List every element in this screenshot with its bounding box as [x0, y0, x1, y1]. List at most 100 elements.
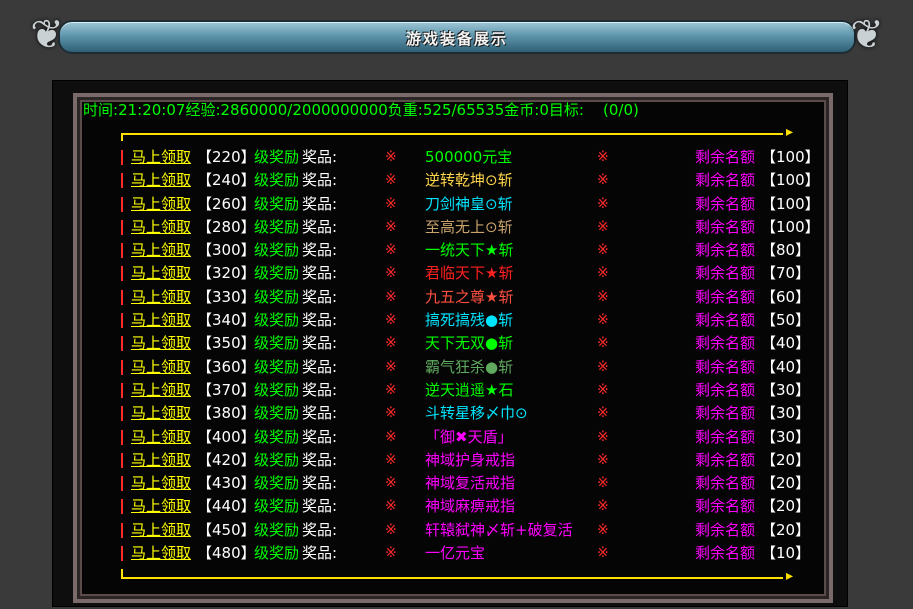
- remaining-label: 剩余名额: [695, 380, 756, 399]
- row-marker: [121, 289, 123, 305]
- claim-link[interactable]: 马上领取: [131, 193, 191, 216]
- mark-icon: ※: [385, 335, 397, 352]
- reward-row: 马上领取 【220】 级奖励 奖品: ※ 500000元宝 ※ 剩余名额 【100】: [121, 146, 821, 169]
- remaining-quantity: 【30】: [761, 404, 811, 423]
- level-value: 【220】: [197, 148, 256, 166]
- prize-name: 轩辕弑神〆斩+破复活: [425, 520, 573, 539]
- mark-icon: ※: [385, 521, 397, 538]
- prize-name: 一统天下★斩: [425, 241, 514, 260]
- claim-link[interactable]: 马上领取: [131, 449, 191, 472]
- prize-label: 奖品:: [302, 544, 338, 563]
- remaining-quantity: 【20】: [761, 450, 811, 469]
- prize-name: 神域复活戒指: [425, 474, 516, 493]
- claim-link[interactable]: 马上领取: [131, 495, 191, 518]
- remaining-label: 剩余名额: [695, 520, 756, 539]
- guide-line-bottom: [121, 568, 793, 584]
- ornament-right-icon: ❦: [850, 12, 884, 58]
- level-suffix: 级奖励: [254, 311, 300, 330]
- remaining-label: 剩余名额: [695, 544, 756, 563]
- claim-link[interactable]: 马上领取: [131, 402, 191, 425]
- mark-icon: ※: [597, 172, 609, 189]
- level-suffix: 级奖励: [254, 241, 300, 260]
- prize-name: 九五之尊★斩: [425, 287, 514, 306]
- reward-row: 马上领取 【280】 级奖励 奖品: ※ 至高无上⊙斩 ※ 剩余名额 【100】: [121, 216, 821, 239]
- row-marker: [121, 522, 123, 538]
- mark-icon: ※: [597, 265, 609, 282]
- reward-row: 马上领取 【440】 级奖励 奖品: ※ 神域麻痹戒指 ※ 剩余名额 【20】: [121, 495, 821, 518]
- level-suffix: 级奖励: [254, 334, 300, 353]
- mark-icon: ※: [385, 265, 397, 282]
- prize-label: 奖品:: [302, 171, 338, 190]
- level-value: 【450】: [197, 520, 256, 539]
- remaining-label: 剩余名额: [695, 357, 756, 376]
- row-marker: [121, 266, 123, 282]
- row-marker: [121, 173, 123, 189]
- mark-icon: ※: [385, 242, 397, 259]
- claim-link[interactable]: 马上领取: [131, 286, 191, 309]
- level-value: 【400】: [197, 427, 256, 446]
- level-value: 【280】: [197, 217, 256, 236]
- claim-link[interactable]: 马上领取: [131, 426, 191, 449]
- remaining-quantity: 【100】: [761, 194, 820, 213]
- remaining-label: 剩余名额: [695, 264, 756, 283]
- reward-row: 马上领取 【360】 级奖励 奖品: ※ 霸气狂杀●斩 ※ 剩余名额 【40】: [121, 356, 821, 379]
- remaining-quantity: 【60】: [761, 287, 811, 306]
- claim-link[interactable]: 马上领取: [131, 379, 191, 402]
- claim-link[interactable]: 马上领取: [131, 472, 191, 495]
- prize-name: 神域麻痹戒指: [425, 497, 516, 516]
- gold-label: 金币:: [504, 101, 540, 119]
- remaining-quantity: 【100】: [761, 217, 820, 236]
- claim-link[interactable]: 马上领取: [131, 332, 191, 355]
- prize-name: 天下无双●斩: [425, 334, 514, 353]
- load-label: 负重:: [387, 101, 423, 119]
- prize-name: 君临天下★斩: [425, 264, 514, 283]
- prize-name: 搞死搞残●斩: [425, 311, 514, 330]
- prize-label: 奖品:: [302, 450, 338, 469]
- row-marker: [121, 382, 123, 398]
- prize-name: 至高无上⊙斩: [425, 217, 513, 236]
- mark-icon: ※: [597, 381, 609, 398]
- remaining-quantity: 【20】: [761, 520, 811, 539]
- reward-list: 马上领取 【220】 级奖励 奖品: ※ 500000元宝 ※ 剩余名额 【100】 马上领取 【2…: [121, 146, 821, 565]
- row-marker: [121, 243, 123, 259]
- level-value: 【320】: [197, 264, 256, 283]
- claim-link[interactable]: 马上领取: [131, 309, 191, 332]
- claim-link[interactable]: 马上领取: [131, 542, 191, 565]
- remaining-label: 剩余名额: [695, 241, 756, 260]
- game-frame: 时间:21:20:07经验:2860000/2000000000负重:525/6…: [73, 93, 833, 603]
- level-value: 【360】: [197, 357, 256, 376]
- claim-link[interactable]: 马上领取: [131, 519, 191, 542]
- row-marker: [121, 452, 123, 468]
- remaining-label: 剩余名额: [695, 497, 756, 516]
- prize-name: 霸气狂杀●斩: [425, 357, 514, 376]
- level-value: 【240】: [197, 171, 256, 190]
- claim-link[interactable]: 马上领取: [131, 239, 191, 262]
- level-value: 【420】: [197, 450, 256, 469]
- exp-label: 经验:: [185, 101, 221, 119]
- title-bar: ❦ 游戏装备展示 ❦: [18, 10, 896, 60]
- level-suffix: 级奖励: [254, 148, 300, 166]
- claim-link[interactable]: 马上领取: [131, 216, 191, 239]
- remaining-label: 剩余名额: [695, 404, 756, 423]
- claim-link[interactable]: 马上领取: [131, 262, 191, 285]
- claim-link[interactable]: 马上领取: [131, 146, 191, 169]
- reward-row: 马上领取 【430】 级奖励 奖品: ※ 神域复活戒指 ※ 剩余名额 【20】: [121, 472, 821, 495]
- level-suffix: 级奖励: [254, 404, 300, 423]
- mark-icon: ※: [385, 288, 397, 305]
- main-panel: 时间:21:20:07经验:2860000/2000000000负重:525/6…: [52, 80, 848, 607]
- mark-icon: ※: [385, 195, 397, 212]
- remaining-quantity: 【50】: [761, 311, 811, 330]
- mark-icon: ※: [597, 242, 609, 259]
- prize-name: 逆天逍遥★石: [425, 380, 514, 399]
- level-value: 【370】: [197, 380, 256, 399]
- row-marker: [121, 546, 123, 562]
- remaining-quantity: 【100】: [761, 148, 820, 166]
- row-marker: [121, 476, 123, 492]
- level-value: 【380】: [197, 404, 256, 423]
- claim-link[interactable]: 马上领取: [131, 169, 191, 192]
- prize-label: 奖品:: [302, 357, 338, 376]
- mark-icon: ※: [597, 451, 609, 468]
- prize-label: 奖品:: [302, 287, 338, 306]
- prize-label: 奖品:: [302, 241, 338, 260]
- claim-link[interactable]: 马上领取: [131, 356, 191, 379]
